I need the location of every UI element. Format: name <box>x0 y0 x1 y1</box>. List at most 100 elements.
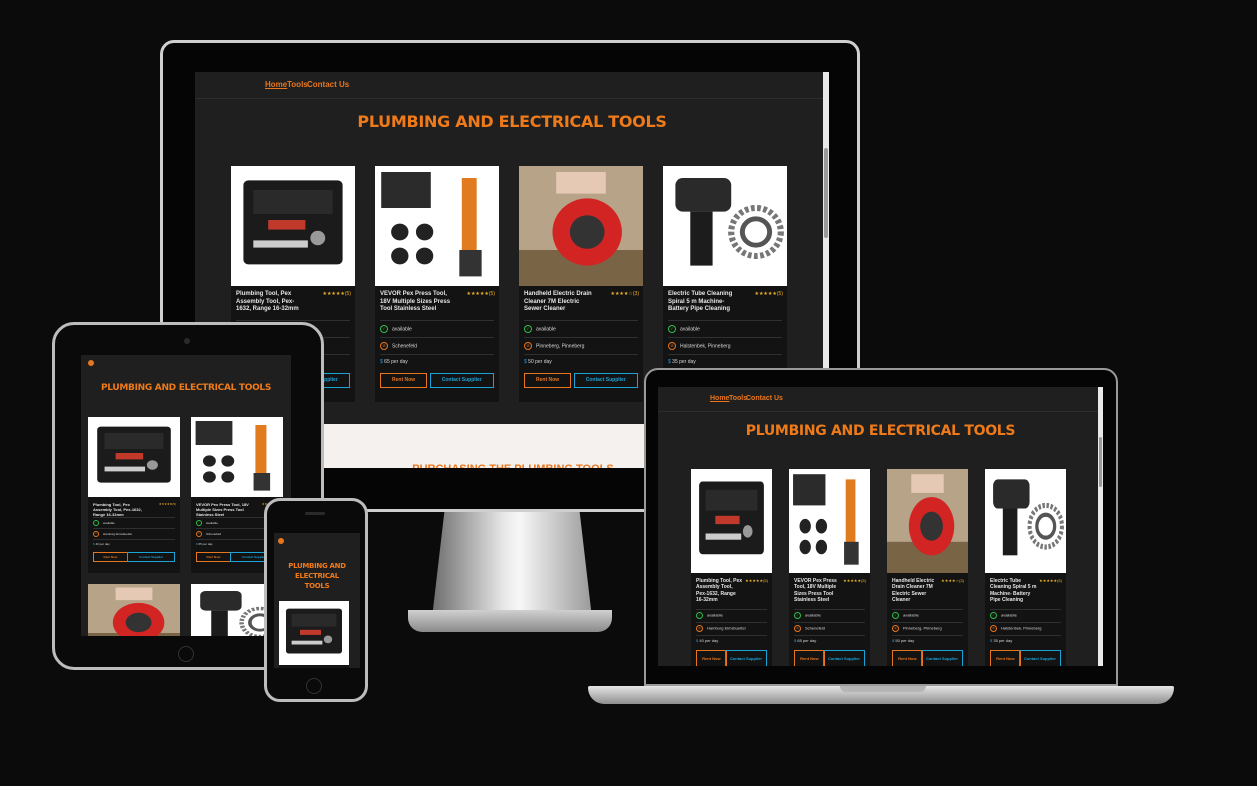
product-image <box>88 417 180 497</box>
rating-stars: ★★★★☆(3) <box>941 578 964 583</box>
product-card <box>279 601 349 668</box>
menu-toggle-icon[interactable] <box>278 538 284 544</box>
rent-now-button[interactable]: Rent Now <box>990 650 1021 666</box>
availability-row: ✓available <box>668 320 782 333</box>
product-name: Electric Tube Cleaning Spiral 5 m Machin… <box>668 291 733 312</box>
nav-home-link[interactable]: Home <box>265 80 287 89</box>
availability-row: ✓available <box>990 609 1061 619</box>
location-icon: ⊘ <box>794 625 801 632</box>
tablet-camera <box>184 338 190 344</box>
tablet-home-button[interactable] <box>178 646 194 662</box>
contact-supplier-button[interactable]: Contact Supplier <box>429 373 494 388</box>
check-icon: ✓ <box>696 612 703 619</box>
location-icon: ⊘ <box>93 531 99 537</box>
product-name: VEVOR Pex Press Tool, 18V Multiple Sizes… <box>196 502 249 517</box>
product-card: Electric Tube Cleaning Spiral 5 m Machin… <box>663 166 787 402</box>
rent-now-button[interactable]: Rent Now <box>93 552 128 562</box>
price-row: $ 65 per day <box>380 354 494 365</box>
scrollbar[interactable] <box>1098 387 1103 666</box>
product-card: Plumbing Tool, Pex Assembly Tool, Pex-16… <box>691 469 772 666</box>
nav-contact-link[interactable]: Contact Us <box>307 80 349 89</box>
location-icon: ⊘ <box>892 625 899 632</box>
dollar-icon: $ <box>93 542 96 546</box>
check-icon: ✓ <box>196 520 202 526</box>
contact-supplier-button[interactable]: Contact Supplier <box>127 552 175 562</box>
check-icon: ✓ <box>990 612 997 619</box>
availability-row: ✓available <box>380 320 494 333</box>
product-name: Plumbing Tool, Pex Assembly Tool, Pex-16… <box>696 578 743 603</box>
dollar-icon: $ <box>990 638 994 643</box>
location-row: ⊘ Schenefeld <box>794 622 865 632</box>
location-row: ⊘ Pinneberg, Pinneberg <box>524 337 638 350</box>
contact-supplier-button[interactable]: Contact Supplier <box>724 650 767 666</box>
rent-now-button[interactable]: Rent Now <box>892 650 923 666</box>
nav-contact-link[interactable]: Contact Us <box>746 395 783 402</box>
page-title: PLUMBING AND ELECTRICAL TOOLS <box>745 423 1016 439</box>
availability-row: ✓available <box>892 609 963 619</box>
rent-now-button[interactable]: Rent Now <box>794 650 825 666</box>
check-icon: ✓ <box>794 612 801 619</box>
dollar-icon: $ <box>380 359 385 365</box>
rating-stars: ★★★★★(5) <box>745 578 768 583</box>
location-row: ⊘ Halstenbek, Pinneberg <box>990 622 1061 632</box>
product-name: VEVOR Pex Press Tool, 18V Multiple Sizes… <box>380 291 451 312</box>
product-card: Plumbing Tool, Pex Assembly Tool, Pex-16… <box>88 417 180 573</box>
page-title: PLUMBING AND ELECTRICAL TOOLS <box>288 562 346 590</box>
location-row: ⊘Hamburg Eimsbuettel <box>93 528 175 537</box>
menu-toggle-icon[interactable] <box>88 360 94 366</box>
product-card: Handheld Electric Drain Cleaner 7M Elect… <box>887 469 968 666</box>
location-icon: ⊘ <box>696 625 703 632</box>
location-icon: ⊘ <box>990 625 997 632</box>
rent-now-button[interactable]: Rent Now <box>380 373 428 388</box>
availability-row: ✓available <box>93 517 175 526</box>
product-image <box>231 166 355 286</box>
price-row: $ 40 per day <box>696 635 767 643</box>
rent-now-button[interactable]: Rent Now <box>196 552 231 562</box>
rating-stars: ★★★★★(5) <box>322 291 351 297</box>
check-icon: ✓ <box>892 612 899 619</box>
dollar-icon: $ <box>524 359 529 365</box>
phone-home-button[interactable] <box>306 678 322 694</box>
product-name: Electric Tube Cleaning Spiral 5 m Machin… <box>990 578 1037 603</box>
product-card: VEVOR Pex Press Tool, 18V Multiple Sizes… <box>375 166 499 402</box>
contact-supplier-button[interactable]: Contact Supplier <box>573 373 638 388</box>
product-image <box>519 166 643 286</box>
product-name: VEVOR Pex Press Tool, 18V Multiple Sizes… <box>794 578 837 603</box>
product-image <box>375 166 499 286</box>
product-name: Handheld Electric Drain Cleaner 7M Elect… <box>892 578 935 603</box>
nav-tools-link[interactable]: Tools <box>287 80 308 89</box>
location-icon: ⊘ <box>524 342 532 350</box>
availability-row: ✓available <box>794 609 865 619</box>
price-row: $ 35 per day <box>990 635 1061 643</box>
nav-bar: Home Tools Contact Us <box>658 387 1103 412</box>
monitor-stand-neck <box>432 508 592 618</box>
rent-now-button[interactable]: Rent Now <box>524 373 572 388</box>
rating-stars: ★★★★★(5) <box>1039 578 1062 583</box>
rating-stars: ★★★★☆(3) <box>610 291 639 297</box>
rating-stars: ★★★★★(5) <box>466 291 495 297</box>
nav-bar: Home Tools Contact Us <box>195 72 829 99</box>
contact-supplier-button[interactable]: Contact Supplier <box>822 650 865 666</box>
contact-supplier-button[interactable]: Contact Supplier <box>1018 650 1061 666</box>
laptop-screen: Home Tools Contact Us PLUMBING AND ELECT… <box>658 387 1103 666</box>
product-image <box>663 166 787 286</box>
phone-screen: PLUMBING AND ELECTRICAL TOOLS <box>274 533 360 668</box>
dollar-icon: $ <box>794 638 798 643</box>
contact-supplier-button[interactable]: Contact Supplier <box>920 650 963 666</box>
rent-now-button[interactable]: Rent Now <box>696 650 727 666</box>
product-name: Handheld Electric Drain Cleaner 7M Elect… <box>524 291 592 312</box>
product-image <box>191 417 283 497</box>
availability-row: ✓available <box>524 320 638 333</box>
availability-row: ✓available <box>696 609 767 619</box>
price-row: $ 35 per day <box>668 354 782 365</box>
dollar-icon: $ <box>696 638 700 643</box>
location-row: ⊘Hamburg Eimsbuettel <box>696 622 767 632</box>
product-image <box>887 469 968 573</box>
product-image <box>985 469 1066 573</box>
product-name: Plumbing Tool, Pex Assembly Tool, Pex-16… <box>93 502 142 517</box>
check-icon: ✓ <box>380 325 388 333</box>
price-row: $ 50 per day <box>892 635 963 643</box>
nav-home-link[interactable]: Home <box>710 395 729 402</box>
product-name: Plumbing Tool, Pex Assembly Tool, Pex-16… <box>236 291 299 312</box>
nav-tools-link[interactable]: Tools <box>729 395 747 402</box>
